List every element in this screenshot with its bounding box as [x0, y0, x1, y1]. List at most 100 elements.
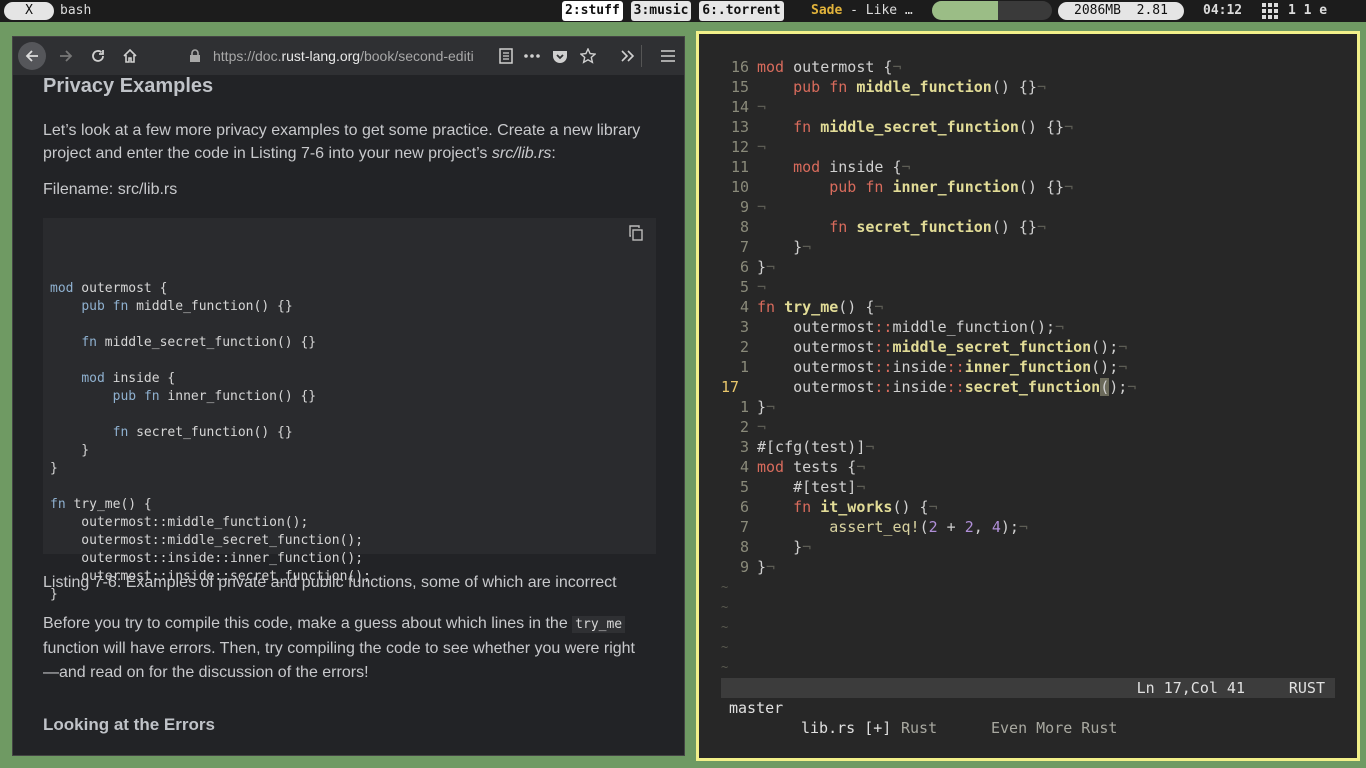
line-number: 3: [739, 318, 749, 336]
line-content: pub fn middle_function() {}¬: [793, 78, 1046, 96]
top-panel: X bash 2:stuff 3:music 6:.torrent Sade -…: [0, 0, 1366, 22]
line-content: fn it_works() {¬: [793, 498, 938, 516]
line-content: fn secret_function() {}¬: [829, 218, 1046, 236]
line-number: 2: [739, 338, 749, 356]
code-line: fn try_me() {: [50, 497, 152, 512]
line-content: ¬: [757, 98, 767, 116]
line-number: 9: [739, 558, 749, 576]
line-content: outermost::middle_secret_function();¬: [757, 338, 1128, 356]
forward-button[interactable]: [51, 41, 81, 71]
empty-line-tilde: ~: [721, 620, 729, 634]
empty-line-tilde: ~: [721, 580, 729, 594]
line-content: }¬: [757, 558, 776, 576]
listing-caption: Listing 7-6: Examples of private and pub…: [43, 574, 617, 591]
window-title: bash: [60, 3, 92, 18]
line-number: 16: [730, 58, 749, 76]
copy-icon[interactable]: [628, 225, 644, 247]
reload-button[interactable]: [83, 41, 113, 71]
code-line: outermost::inside::inner_function();: [50, 551, 364, 566]
status-language: RUST: [1288, 679, 1325, 697]
line-number: 15: [730, 78, 749, 96]
workspace-torrent[interactable]: 6:.torrent: [699, 1, 784, 21]
intro-end: :: [551, 145, 556, 162]
lock-icon: [189, 49, 201, 68]
filename-label: Filename: src/lib.rs: [43, 181, 178, 198]
pocket-button[interactable]: [545, 41, 575, 71]
overflow-menu-button[interactable]: [613, 41, 643, 71]
line-content: #[cfg(test)]¬: [757, 438, 875, 456]
line-number: 6: [739, 498, 749, 516]
now-playing: Sade - Like …: [811, 0, 913, 22]
status-position: Ln 17,Col 41: [1136, 679, 1245, 697]
browser-window: https://doc.rust-lang.org/book/second-ed…: [12, 36, 685, 756]
line-content: }¬: [757, 538, 812, 556]
line-number: 4: [739, 458, 749, 476]
main-menu-button[interactable]: [653, 41, 683, 71]
bookmark-button[interactable]: [573, 41, 603, 71]
line-content: }¬: [757, 258, 776, 276]
line-content: outermost::middle_function();¬: [757, 318, 1065, 336]
code-body: mod outermost { pub fn middle_function()…: [50, 280, 656, 604]
code-line: }: [50, 461, 58, 476]
text-editor[interactable]: 16 mod outermost {¬ 15 pub fn middle_funct…: [696, 31, 1360, 761]
music-progress-bar[interactable]: [932, 1, 1052, 20]
browser-toolbar: https://doc.rust-lang.org/book/second-ed…: [13, 37, 684, 75]
code-line: fn middle_secret_function() {}: [81, 335, 317, 350]
home-icon: [123, 48, 137, 63]
code-line: fn secret_function() {}: [112, 425, 293, 440]
line-content: mod outermost {¬: [757, 58, 902, 76]
line-number: 7: [739, 518, 749, 536]
home-button[interactable]: [115, 41, 145, 71]
status-branch: master: [729, 699, 784, 717]
star-icon: [580, 48, 596, 64]
tab-rust[interactable]: Rust: [901, 716, 937, 740]
code-line: pub fn inner_function() {}: [112, 389, 317, 404]
back-button[interactable]: [17, 41, 47, 71]
load-average: 2.81: [1136, 3, 1168, 18]
line-number: 6: [739, 258, 749, 276]
line-content: ¬: [757, 198, 767, 216]
empty-line-tilde: ~: [721, 640, 729, 654]
compile-text-2: function will have errors. Then, try com…: [43, 640, 635, 681]
line-content: outermost::inside::secret_function();¬: [757, 378, 1137, 396]
code-listing: mod outermost { pub fn middle_function()…: [43, 218, 656, 602]
ellipsis-icon: [524, 54, 540, 58]
reader-icon: [499, 48, 513, 64]
line-content: ¬: [757, 138, 767, 156]
empty-line-tilde: ~: [721, 600, 729, 614]
url-path: /book/second-editi: [360, 48, 474, 64]
url-domain: rust-lang.org: [281, 48, 361, 64]
line-content: }¬: [757, 238, 812, 256]
line-content: ¬: [757, 418, 767, 436]
line-content: #[test]¬: [757, 478, 866, 496]
line-content: }¬: [757, 398, 776, 416]
tab-even-more-rust[interactable]: Even More Rust: [991, 716, 1117, 740]
close-button[interactable]: X: [4, 2, 54, 20]
workspace-stuff[interactable]: 2:stuff: [562, 1, 623, 21]
layout-grid-icon[interactable]: [1262, 2, 1280, 24]
memory-usage: 2086MB: [1074, 3, 1121, 18]
empty-line-tilde: ~: [721, 660, 729, 674]
line-number: 5: [739, 278, 749, 296]
line-content: outermost::inside::inner_function();¬: [757, 358, 1128, 376]
line-content: mod tests {¬: [757, 458, 866, 476]
music-progress-fill: [932, 1, 998, 20]
url-bar[interactable]: https://doc.rust-lang.org/book/second-ed…: [213, 44, 531, 68]
code-line: mod outermost {: [50, 281, 168, 296]
tab-line: Rust Even More Rust: [699, 716, 1357, 740]
workspace-music[interactable]: 3:music: [630, 1, 692, 21]
line-number: 4: [739, 298, 749, 316]
music-artist: Sade: [811, 3, 843, 18]
system-stats: 2086MB 2.81: [1058, 2, 1184, 20]
music-track: - Like …: [850, 3, 913, 18]
page-content: Privacy Examples Let’s look at a few mor…: [13, 75, 684, 755]
page-actions-button[interactable]: [517, 41, 547, 71]
line-number: 7: [739, 238, 749, 256]
line-number: 9: [739, 198, 749, 216]
pocket-icon: [553, 50, 567, 63]
clock: 04:12: [1203, 3, 1243, 18]
line-number: 3: [739, 438, 749, 456]
intro-paragraph: Let’s look at a few more privacy example…: [43, 119, 643, 165]
line-content: fn try_me() {¬: [757, 298, 884, 316]
compile-paragraph: Before you try to compile this code, mak…: [43, 612, 643, 685]
